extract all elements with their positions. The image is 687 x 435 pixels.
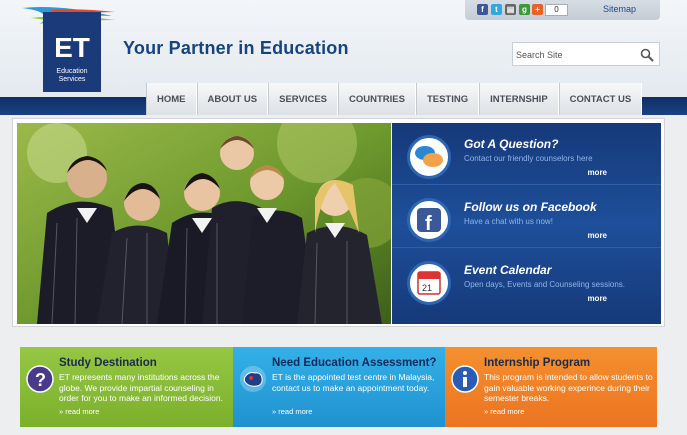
nav-item-services[interactable]: SERVICES [268, 83, 338, 115]
calendar-day: 21 [422, 283, 432, 293]
australia-map-icon [240, 366, 266, 392]
feature-box-text: This program is intended to allow studen… [484, 372, 653, 403]
read-more-link[interactable]: » read more [59, 407, 99, 416]
nav-item-testing[interactable]: TESTING [415, 83, 480, 115]
feature-boxes: ? Study Destination ET represents many i… [20, 347, 657, 427]
google-icon[interactable]: g [519, 4, 530, 15]
read-more-link[interactable]: » read more [272, 407, 312, 416]
nav-item-countries[interactable]: COUNTRIES [338, 83, 416, 115]
facebook-icon[interactable]: f [477, 4, 488, 15]
svg-text:?: ? [35, 370, 46, 390]
chat-bubbles-icon [407, 135, 451, 179]
feature-box-title: Study Destination [59, 357, 157, 369]
quick-link-desc: Have a chat with us now! [464, 217, 553, 226]
feature-box-title: Internship Program [484, 357, 591, 369]
feature-box-internship: Internship Program This program is inten… [445, 347, 657, 427]
nav-item-contact-us[interactable]: CONTACT US [558, 83, 643, 115]
quick-link-title: Follow us on Facebook [464, 200, 597, 214]
feature-box-text: ET represents many institutions across t… [59, 372, 223, 403]
more-link[interactable]: more [587, 294, 607, 303]
facebook-icon: f [407, 198, 451, 242]
share-count: 0 [545, 4, 568, 16]
quick-link-desc: Contact our friendly counselors here [464, 154, 593, 163]
question-icon: ? [26, 365, 54, 393]
search-box [512, 42, 660, 66]
site-logo[interactable]: ET Education Services [20, 4, 115, 92]
quick-link-title: Event Calendar [464, 263, 552, 277]
search-input[interactable] [516, 46, 634, 63]
feature-box-title: Need Education Assessment? [272, 357, 437, 369]
print-icon[interactable]: ▤ [505, 4, 516, 15]
nav-item-about-us[interactable]: ABOUT US [196, 83, 269, 115]
quick-link-facebook[interactable]: f Follow us on Facebook Have a chat with… [392, 186, 661, 248]
logo-letters: ET [54, 32, 90, 63]
nav-item-internship[interactable]: INTERNSHIP [479, 83, 559, 115]
logo-subtitle: Education Services [56, 68, 88, 83]
more-link[interactable]: more [587, 168, 607, 177]
hero-panel: Got A Question? Contact our friendly cou… [12, 118, 665, 327]
feature-box-study-destination: ? Study Destination ET represents many i… [20, 347, 233, 427]
more-link[interactable]: more [587, 231, 607, 240]
feature-box-text: ET is the appointed test centre in Malay… [272, 372, 435, 393]
read-more-link[interactable]: » read more [484, 407, 524, 416]
info-icon [451, 365, 479, 393]
quick-link-calendar[interactable]: 21 Event Calendar Open days, Events and … [392, 249, 661, 311]
feature-box-assessment: Need Education Assessment? ET is the app… [233, 347, 445, 427]
quick-link-desc: Open days, Events and Counseling session… [464, 280, 625, 289]
calendar-icon: 21 [407, 261, 451, 305]
nav-item-home[interactable]: HOME [146, 83, 197, 115]
share-icon[interactable]: + [532, 4, 543, 15]
quick-links-panel: Got A Question? Contact our friendly cou… [392, 123, 661, 324]
search-icon[interactable] [640, 48, 654, 62]
quick-link-question[interactable]: Got A Question? Contact our friendly cou… [392, 123, 661, 185]
sitemap-link[interactable]: Sitemap [603, 4, 636, 14]
main-nav: HOME ABOUT US SERVICES COUNTRIES TESTING… [146, 83, 643, 115]
quick-link-title: Got A Question? [464, 137, 559, 151]
twitter-icon[interactable]: t [491, 4, 502, 15]
tagline: Your Partner in Education [123, 38, 349, 58]
students-photo [17, 123, 391, 324]
svg-text:f: f [425, 213, 432, 235]
